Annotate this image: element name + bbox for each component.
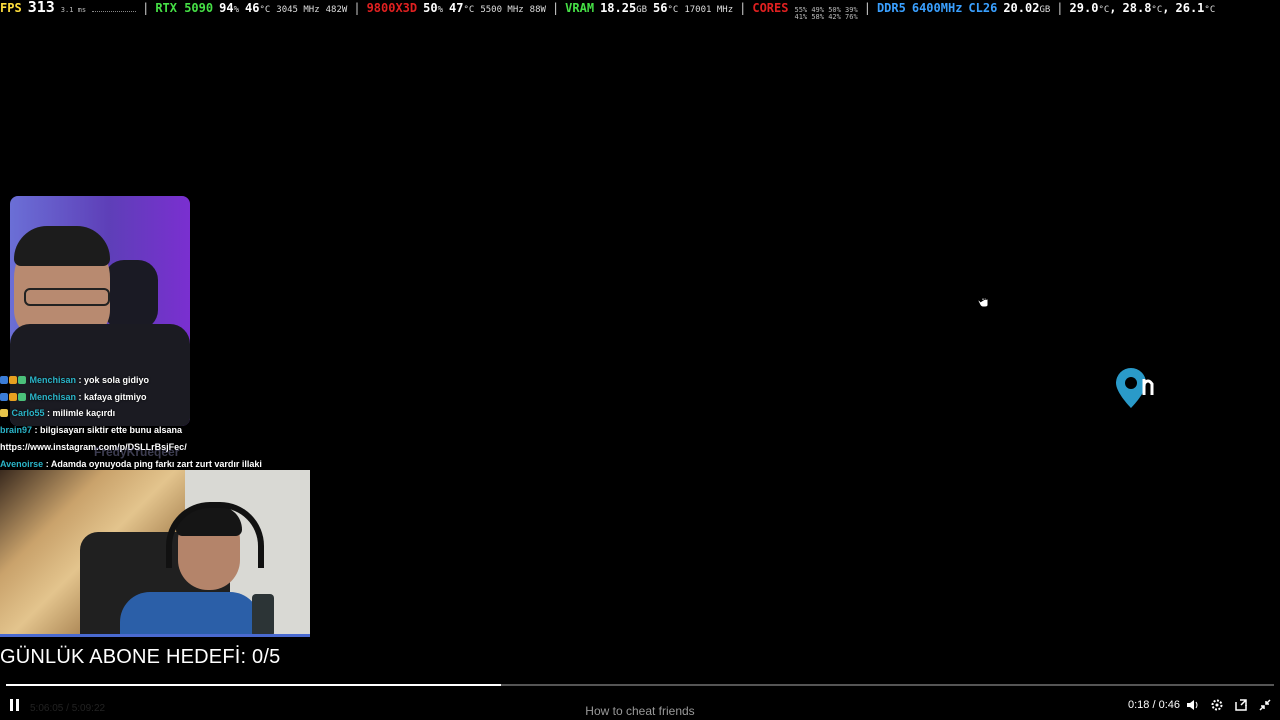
ram-label: DDR5 xyxy=(876,1,906,15)
webcam-border xyxy=(0,634,310,637)
ram-value: 20.02GB xyxy=(1003,1,1051,15)
chat-text: : yok sola gidiyo xyxy=(76,375,150,385)
gpu-name: RTX 5090 xyxy=(155,1,214,15)
cores-label: CORES xyxy=(752,1,789,15)
temp-2: 28.8°C, xyxy=(1122,1,1170,15)
guest-shirt xyxy=(120,592,260,637)
fps-value: 313 xyxy=(27,0,55,16)
frametime-graph xyxy=(92,3,137,12)
separator: | xyxy=(863,1,871,15)
gpu-clock: 3045 MHz xyxy=(276,5,320,15)
separator: | xyxy=(551,1,560,15)
chat-message: Carlo55 : milimle kaçırdı xyxy=(0,405,320,422)
video-time: 0:18 / 0:46 xyxy=(1128,699,1180,711)
separator: | xyxy=(1056,1,1064,15)
chat-badge-icon xyxy=(9,376,17,384)
chat-badge-icon xyxy=(0,392,8,401)
ram-speed: 6400MHz xyxy=(911,1,963,15)
player-controls: 5:06:05 / 5:09:22 How to cheat friends 0… xyxy=(0,696,1280,718)
chat-message: brain97 : bilgisayarı siktir ette bunu a… xyxy=(0,422,320,439)
chat-message: Menchisan : yok sola gidiyo xyxy=(0,372,320,389)
chat-message: Menchisan : kafaya gitmiyo xyxy=(0,389,320,406)
chat-badge-icon xyxy=(9,392,17,401)
temp-1: 29.0°C, xyxy=(1069,1,1117,15)
chat-text: : milimle kaçırdı xyxy=(44,408,116,419)
hand-cursor-icon xyxy=(977,292,990,313)
exit-fullscreen-icon[interactable] xyxy=(1258,698,1272,712)
cpu-load: 50% xyxy=(423,1,444,15)
guest-webcam xyxy=(0,470,310,637)
gear-icon[interactable] xyxy=(1210,698,1224,712)
gaming-chair xyxy=(104,260,158,330)
chat-badge-icon xyxy=(18,392,26,401)
performance-overlay: FPS 313 3.1 ms | RTX 5090 94% 46°C 3045 … xyxy=(0,0,1216,21)
volume-icon[interactable] xyxy=(1186,698,1200,712)
gpu-power: 482W xyxy=(325,5,348,15)
miniplayer-icon[interactable] xyxy=(1234,698,1248,712)
chat-username: Avenoirse xyxy=(0,458,44,469)
cores-values: 55% 49% 50% 39% 41% 58% 42% 76% xyxy=(794,6,858,21)
video-progress-fill xyxy=(6,684,501,686)
cpu-temp: 47°C xyxy=(449,1,475,15)
chat-username: Menchisan xyxy=(29,391,77,402)
glasses xyxy=(24,288,110,306)
chat-username: brain97 xyxy=(0,425,33,436)
bottle xyxy=(252,594,274,637)
gpu-load: 94% xyxy=(219,1,239,15)
chat-username: Carlo55 xyxy=(11,408,45,419)
streamer-hair xyxy=(14,226,110,266)
chat-badge-icon xyxy=(0,409,8,418)
separator: | xyxy=(353,1,361,15)
video-progress-bar[interactable] xyxy=(6,684,1274,686)
cpu-name: 9800X3D xyxy=(366,1,418,15)
subscriber-goal: GÜNLÜK ABONE HEDEFİ: 0/5 xyxy=(0,646,281,668)
temp-3: 26.1°C xyxy=(1175,1,1216,15)
video-title: How to cheat friends xyxy=(585,704,695,718)
chat-badge-icon xyxy=(0,376,8,384)
chat-badge-icon xyxy=(18,376,26,384)
chat-username: Menchisan xyxy=(29,375,77,385)
cpu-power: 88W xyxy=(529,5,546,15)
vram-temp: 56°C xyxy=(653,1,679,15)
vram-clock: 17001 MHz xyxy=(684,5,734,15)
separator: | xyxy=(739,1,747,15)
fps-label: FPS xyxy=(0,1,22,15)
vram-label: VRAM xyxy=(565,1,595,15)
gpu-temp: 46°C xyxy=(244,1,271,15)
separator: | xyxy=(142,1,150,15)
ram-cl: CL26 xyxy=(968,1,998,15)
fps-frametime: 3.1 ms xyxy=(60,6,87,14)
chat-ghost-username: FredyKrueqeer xyxy=(94,445,180,459)
chat-text: : bilgisayarı siktir ette bunu alsana xyxy=(32,425,183,436)
location-pin-logo-icon xyxy=(1112,364,1160,415)
chat-overlay: Menchisan : yok sola gidiyo Menchisan : … xyxy=(0,372,320,472)
chat-text: : kafaya gitmiyo xyxy=(76,391,147,402)
cpu-clock: 5500 MHz xyxy=(480,5,524,15)
vram-value: 18.25GB xyxy=(600,1,648,15)
